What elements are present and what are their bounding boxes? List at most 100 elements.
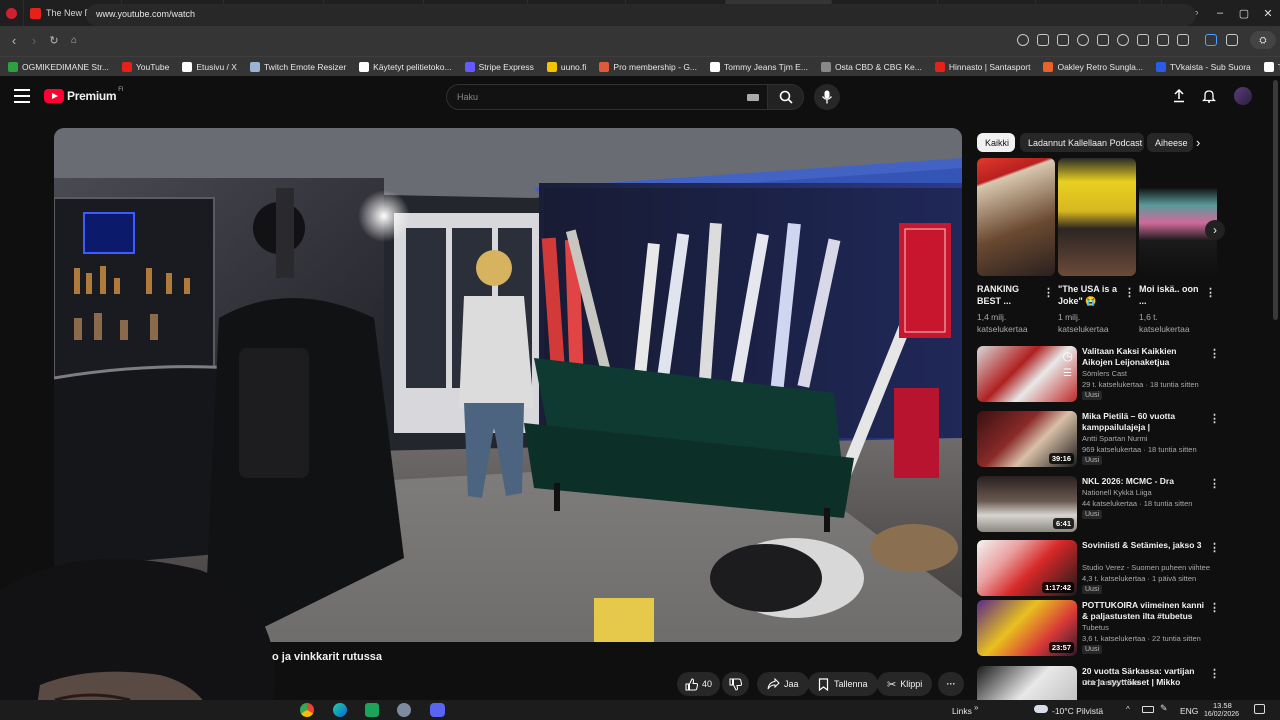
short-menu-icon[interactable]: ⋮ <box>1205 286 1216 299</box>
browser-menu-icon[interactable] <box>0 0 24 26</box>
recommendation-menu-icon[interactable]: ⋮ <box>1209 412 1220 425</box>
download-icon[interactable] <box>1137 34 1149 46</box>
recommendation-title[interactable]: Valitaan Kaksi Kaikkien Aikojen Leijonak… <box>1082 346 1206 368</box>
heart-icon[interactable] <box>1117 34 1129 46</box>
filter-chip[interactable]: Ladannut Kallellaan Podcast <box>1020 133 1144 152</box>
bookmark-item[interactable]: Oakley Retro Sungla... <box>1043 61 1143 72</box>
home-icon[interactable]: ⌂ <box>66 35 82 46</box>
list-icon[interactable] <box>1157 34 1169 46</box>
youtube-logo[interactable]: Premium FI <box>44 87 124 103</box>
reload-icon[interactable]: ↻ <box>46 34 62 47</box>
short-title[interactable]: RANKING BEST ... <box>977 283 1039 307</box>
maximize-icon[interactable]: ▢ <box>1232 0 1256 26</box>
play-icon[interactable] <box>1097 34 1109 46</box>
extension-icon[interactable] <box>1205 34 1217 46</box>
pen-icon[interactable]: ✎ <box>1160 703 1168 714</box>
dislike-button[interactable] <box>722 672 749 696</box>
recommendation-title[interactable]: Soviniisti & Setämies, jakso 3 <box>1082 540 1206 551</box>
bookmark-item[interactable]: OGMIKEDIMANE Str... <box>8 61 109 72</box>
short-thumbnail[interactable] <box>977 158 1055 276</box>
add-to-queue-icon[interactable]: ☰ <box>1063 368 1072 379</box>
clock-time[interactable]: 13.58 <box>1213 701 1232 710</box>
short-menu-icon[interactable]: ⋮ <box>1043 286 1054 299</box>
clock-date[interactable]: 16/02/2026 <box>1204 711 1239 718</box>
find-icon[interactable] <box>1017 34 1029 46</box>
minimize-icon[interactable]: – <box>1208 0 1232 26</box>
recommendation-menu-icon[interactable]: ⋮ <box>1209 347 1220 360</box>
save-button[interactable]: Tallenna <box>808 672 878 696</box>
bookmark-item[interactable]: Twitch Emote Resizer <box>249 61 346 72</box>
bookmark-item[interactable]: uuno.fi <box>546 61 586 72</box>
recommendation-thumbnail[interactable]: 6:41 <box>977 476 1077 532</box>
url-field[interactable] <box>86 4 1196 26</box>
extensions-puzzle-icon[interactable] <box>1226 34 1238 46</box>
recommendation-thumbnail[interactable]: ◷ ☰ <box>977 346 1077 402</box>
bookmark-item[interactable]: Hinnasto | Santasport <box>934 61 1030 72</box>
chips-next-arrow-icon[interactable]: › <box>1196 135 1200 150</box>
taskbar-chevron-icon[interactable]: » <box>974 703 978 712</box>
recommendation-channel[interactable]: ObeTeinSenTaas <box>1082 677 1210 688</box>
app-taskbar-icon[interactable] <box>365 703 379 717</box>
recommendation-menu-icon[interactable]: ⋮ <box>1209 667 1220 680</box>
filter-chip[interactable]: Aiheese <box>1147 133 1193 152</box>
short-title[interactable]: "The USA is a Joke" 😭 <box>1058 283 1120 307</box>
recommendation-channel[interactable]: Tubetus <box>1082 622 1210 633</box>
watch-later-icon[interactable]: ◷ <box>1063 349 1073 363</box>
avatar[interactable] <box>1234 87 1252 105</box>
taskbar-links[interactable]: Links <box>952 706 972 716</box>
close-icon[interactable]: ✕ <box>1256 0 1280 26</box>
notifications-icon[interactable] <box>1254 704 1265 714</box>
back-icon[interactable]: ‹ <box>6 33 22 48</box>
recommendation-menu-icon[interactable]: ⋮ <box>1209 477 1220 490</box>
keyboard-icon[interactable] <box>747 94 759 101</box>
discord-taskbar-icon[interactable] <box>430 703 445 717</box>
weather-text[interactable]: -10°C Pilvistä <box>1052 706 1103 716</box>
tray-chevron-icon[interactable]: ^ <box>1126 705 1130 714</box>
search-button[interactable] <box>768 84 804 110</box>
bookmark-item[interactable]: Käytetyt pelitietoko... <box>359 61 452 72</box>
language-indicator[interactable]: ENG <box>1180 706 1198 716</box>
search-input[interactable]: Haku <box>446 84 768 110</box>
edit-icon[interactable] <box>1037 34 1049 46</box>
bookmark-item[interactable]: Osta CBD & CBG Ke... <box>820 61 922 72</box>
short-menu-icon[interactable]: ⋮ <box>1124 286 1135 299</box>
recommendation-channel[interactable]: Nationell Kykkä Liiga <box>1082 487 1210 498</box>
notifications-bell-icon[interactable] <box>1201 89 1217 103</box>
filter-chip[interactable]: Kaikki <box>977 133 1015 152</box>
bookmark-item[interactable]: Etusivu / X <box>182 61 237 72</box>
recommendation-title[interactable]: NKL 2026: MCMC - Dra <box>1082 476 1206 487</box>
short-thumbnail[interactable] <box>1139 158 1217 276</box>
recommendation-menu-icon[interactable]: ⋮ <box>1209 601 1220 614</box>
bookmark-item[interactable]: TVkaista - Sub Suora <box>1155 61 1251 72</box>
recommendation-thumbnail[interactable]: 23:57 <box>977 600 1077 656</box>
bookmark-item[interactable]: Travis Scott: Outfits,... <box>1263 61 1280 72</box>
recommendation-title[interactable]: Mika Pietilä – 60 vuotta kamppailulajeja… <box>1082 411 1206 433</box>
recommendation-channel[interactable]: Antti Spartan Nurmi <box>1082 433 1210 444</box>
vpn-icon[interactable] <box>1077 34 1089 46</box>
shorts-next-arrow-icon[interactable]: › <box>1205 220 1225 240</box>
ai-button[interactable]: ⛭ <box>1250 31 1276 49</box>
hamburger-menu-icon[interactable] <box>14 89 30 103</box>
battery-icon[interactable] <box>1142 706 1154 713</box>
lock-icon[interactable] <box>1177 34 1189 46</box>
clip-button[interactable]: ✂ Klippi <box>877 672 933 696</box>
recommendation-title[interactable]: POTTUKOIRA viimeinen kanni & paljastuste… <box>1082 600 1206 622</box>
page-scrollbar[interactable] <box>1273 80 1278 320</box>
forward-icon[interactable]: › <box>26 33 42 48</box>
like-button[interactable]: 40 <box>677 672 721 696</box>
share-button[interactable]: Jaa <box>757 672 809 696</box>
bookmark-item[interactable]: Stripe Express <box>464 61 534 72</box>
edge-taskbar-icon[interactable] <box>333 703 347 717</box>
settings-taskbar-icon[interactable] <box>397 703 411 717</box>
recommendation-channel[interactable]: Studio Verez - Suomen puheen viihteell..… <box>1082 562 1210 573</box>
recommendation-channel[interactable]: Sömlers Cast <box>1082 368 1210 379</box>
bookmark-item[interactable]: YouTube <box>121 61 169 72</box>
recommendation-menu-icon[interactable]: ⋮ <box>1209 541 1220 554</box>
more-actions-button[interactable]: ··· <box>938 672 964 696</box>
camera-icon[interactable] <box>1057 34 1069 46</box>
bookmark-item[interactable]: Pro membership - G... <box>599 61 697 72</box>
short-thumbnail[interactable] <box>1058 158 1136 276</box>
chrome-taskbar-icon[interactable] <box>300 703 314 717</box>
short-title[interactable]: Moi iskä.. oon ... <box>1139 283 1201 307</box>
recommendation-thumbnail[interactable]: 1:17:42 <box>977 540 1077 596</box>
